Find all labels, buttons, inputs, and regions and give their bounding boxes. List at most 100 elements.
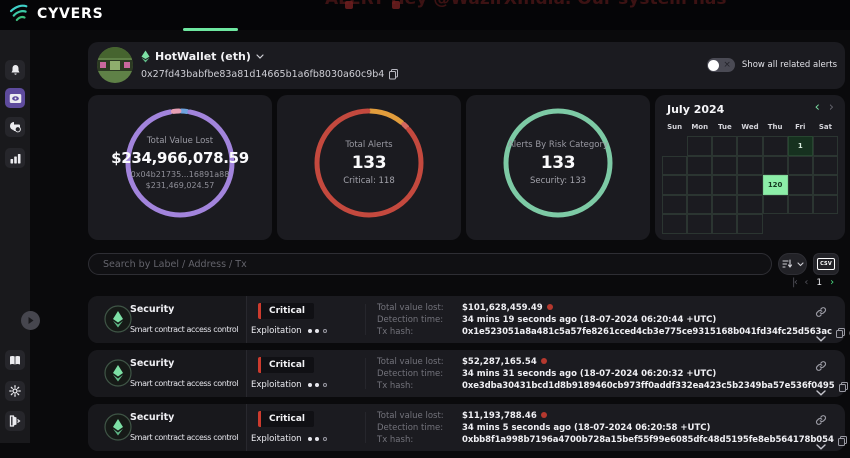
sidebar-expand-button[interactable] xyxy=(21,311,40,330)
alerts-list: Security Smart contract access control C… xyxy=(88,296,845,458)
calendar-day-header: Wed xyxy=(737,123,762,131)
calendar-prev-icon[interactable]: ‹ xyxy=(815,100,820,115)
link-icon[interactable] xyxy=(815,411,827,430)
calendar-grid: 1120 xyxy=(662,136,838,234)
calendar-cell xyxy=(763,136,788,156)
export-csv-button[interactable]: CSV xyxy=(813,253,839,275)
calendar-cell xyxy=(813,136,838,156)
alert-total-value: $52,287,165.54 xyxy=(462,356,850,368)
calendar-cell xyxy=(712,214,737,234)
pagination-page-number[interactable]: 1 xyxy=(816,278,822,288)
wallet-name-dropdown[interactable]: HotWallet (eth) xyxy=(141,50,264,63)
link-icon[interactable] xyxy=(815,357,827,376)
calendar-cell xyxy=(737,136,762,156)
stat-card-total-value-lost: Total Value Lost $234,966,078.59 0x04b21… xyxy=(88,95,272,240)
sidebar-item-wallet-monitor[interactable] xyxy=(5,88,25,108)
calendar-cell xyxy=(788,195,813,215)
donut-value: 133 xyxy=(541,153,576,173)
stat-card-alerts-by-risk: Alerts By Risk Category 133 Security: 13… xyxy=(466,95,650,240)
link-icon[interactable] xyxy=(815,303,827,322)
phase-label: Exploitation xyxy=(251,380,302,390)
calendar-cell xyxy=(788,214,813,234)
copy-icon[interactable] xyxy=(839,382,848,392)
label-detection-time: Detection time: xyxy=(377,368,444,380)
cyvers-logo: CYVERS xyxy=(9,4,103,24)
calendar-cell xyxy=(687,195,712,215)
chevron-down-icon[interactable] xyxy=(816,435,826,454)
calendar-cell xyxy=(737,195,762,215)
sidebar-item-logout[interactable] xyxy=(5,411,25,431)
alert-row[interactable]: Security Smart contract access control C… xyxy=(88,350,845,397)
alert-row[interactable]: Security Smart contract access control C… xyxy=(88,404,845,451)
donut-title: Total Value Lost xyxy=(147,136,213,146)
severity-badge: Critical xyxy=(258,357,314,373)
calendar-cell xyxy=(687,214,712,234)
calendar-cell-value[interactable]: 1 xyxy=(788,136,813,156)
calendar-cell xyxy=(662,136,687,156)
chevron-down-icon[interactable] xyxy=(816,327,826,346)
csv-icon: CSV xyxy=(817,258,836,270)
label-detection-time: Detection time: xyxy=(377,314,444,326)
sidebar-item-docs[interactable] xyxy=(5,350,25,370)
logout-icon xyxy=(9,415,21,427)
pagination-prev-icon[interactable]: ‹ xyxy=(804,277,808,288)
alert-phase: Exploitation xyxy=(251,380,327,390)
pagination-first-icon[interactable]: |‹ xyxy=(792,277,796,288)
calendar-cell xyxy=(712,156,737,176)
label-tx-hash: Tx hash: xyxy=(377,434,444,446)
divider xyxy=(365,358,366,389)
alert-detection-time: 34 mins 5 seconds ago (18-07-2024 06:20:… xyxy=(462,422,850,434)
copy-icon[interactable] xyxy=(836,328,845,338)
top-bar: ALERT Hey @WazirXIndia. Our system has C… xyxy=(0,0,850,30)
calendar-cell xyxy=(662,195,687,215)
label-tx-hash: Tx hash: xyxy=(377,326,444,338)
label-total-value-lost: Total value lost: xyxy=(377,302,444,314)
toggle-label: Show all related alerts xyxy=(742,60,837,70)
bar-chart-icon xyxy=(10,153,21,164)
calendar-day-header: Tue xyxy=(712,123,737,131)
calendar-day-headers: SunMonTueWedThuFriSat xyxy=(662,123,838,131)
calendar-cell xyxy=(712,175,737,195)
calendar-cell xyxy=(687,156,712,176)
copy-icon[interactable] xyxy=(838,436,847,446)
sidebar-item-settings[interactable] xyxy=(5,381,25,401)
phase-progress-dots xyxy=(308,437,328,442)
calendar-cell xyxy=(662,156,687,176)
dimmed-siren-emoji xyxy=(345,1,353,9)
chevron-down-icon xyxy=(256,54,264,59)
calendar-day-header: Sun xyxy=(662,123,687,131)
assets-shapes-icon xyxy=(9,121,21,133)
calendar-cell xyxy=(712,136,737,156)
copy-icon[interactable] xyxy=(389,69,398,80)
sidebar-item-notifications[interactable] xyxy=(5,60,25,80)
wallet-name: HotWallet (eth) xyxy=(155,50,251,63)
calendar-day-header: Fri xyxy=(788,123,813,131)
sort-button[interactable] xyxy=(778,253,807,275)
dimmed-siren-emoji xyxy=(392,1,400,9)
divider xyxy=(365,304,366,335)
phase-label: Exploitation xyxy=(251,326,302,336)
calendar-cell-value[interactable]: 120 xyxy=(763,175,788,195)
alert-subcategory: Smart contract access control xyxy=(130,325,238,334)
search-input[interactable] xyxy=(88,253,772,275)
calendar-cell xyxy=(763,195,788,215)
alert-tx-hash-row: 0xe3dba30431bcd1d8b9189460cb973ff0addf33… xyxy=(462,380,850,392)
show-related-alerts-toggle[interactable]: × xyxy=(707,58,735,72)
calendar-cell xyxy=(737,214,762,234)
sidebar-item-assets[interactable] xyxy=(5,117,25,137)
alert-detail-labels: Total value lost: Detection time: Tx has… xyxy=(377,302,444,339)
stat-card-total-alerts: Total Alerts 133 Critical: 118 xyxy=(277,95,461,240)
calendar-cell xyxy=(788,156,813,176)
sidebar-item-analytics[interactable] xyxy=(5,148,25,168)
calendar-next-icon[interactable]: › xyxy=(829,100,834,115)
phase-progress-dots xyxy=(308,383,328,388)
chevron-down-icon[interactable] xyxy=(816,381,826,400)
ethereum-icon xyxy=(141,50,150,63)
calendar-cell xyxy=(662,175,687,195)
dimmed-background-banner: ALERT Hey @WazirXIndia. Our system has xyxy=(325,0,726,9)
pagination-next-icon[interactable]: › xyxy=(830,277,834,288)
calendar-cell xyxy=(813,156,838,176)
alert-row[interactable]: Security Smart contract access control C… xyxy=(88,296,845,343)
label-total-value-lost: Total value lost: xyxy=(377,410,444,422)
brand-name: CYVERS xyxy=(37,6,103,22)
